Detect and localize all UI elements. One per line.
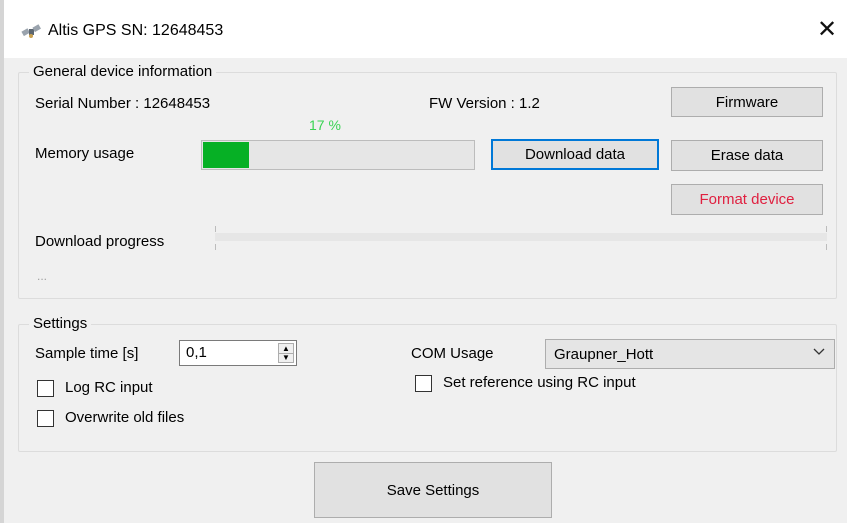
log-rc-label: Log RC input: [65, 379, 153, 396]
progress-tick-left-top: [215, 226, 216, 232]
serial-number-label: Serial Number : 12648453: [35, 95, 211, 112]
settings-group-title: Settings: [29, 315, 92, 332]
overwrite-files-checkbox[interactable]: [37, 410, 54, 427]
format-device-button[interactable]: Format device: [671, 184, 823, 215]
com-usage-value: Graupner_Hott: [554, 346, 654, 363]
title-bar: Altis GPS SN: 12648453 ✕: [4, 0, 847, 58]
general-device-info-group: General device information Serial Number…: [18, 63, 837, 299]
spin-buttons[interactable]: ▲ ▼: [278, 343, 294, 363]
sample-time-stepper[interactable]: 0,1 ▲ ▼: [179, 340, 297, 366]
save-settings-button[interactable]: Save Settings: [314, 462, 552, 518]
progress-tick-left-bottom: [215, 244, 216, 250]
general-group-title: General device information: [29, 63, 217, 80]
dialog-client-area: General device information Serial Number…: [4, 58, 847, 523]
overwrite-files-label: Overwrite old files: [65, 409, 185, 426]
chevron-down-icon: [812, 344, 826, 361]
erase-data-button[interactable]: Erase data: [671, 140, 823, 171]
set-reference-checkbox[interactable]: [415, 375, 432, 392]
fw-version-label: FW Version : 1.2: [429, 95, 540, 112]
sample-time-value: 0,1: [186, 344, 207, 361]
download-progress-bar: [215, 233, 827, 241]
memory-usage-label: Memory usage: [35, 145, 135, 162]
memory-usage-bar: [201, 140, 475, 170]
memory-usage-fill: [203, 142, 249, 168]
com-usage-select[interactable]: Graupner_Hott: [545, 339, 835, 369]
log-rc-checkbox[interactable]: [37, 380, 54, 397]
window-title: Altis GPS SN: 12648453: [48, 22, 224, 39]
progress-tick-right-bottom: [826, 244, 827, 250]
satellite-icon: [20, 24, 42, 40]
spin-down-icon[interactable]: ▼: [279, 353, 293, 362]
firmware-button[interactable]: Firmware: [671, 87, 823, 117]
sample-time-label: Sample time [s]: [35, 345, 139, 362]
status-text: ...: [37, 269, 48, 283]
com-usage-label: COM Usage: [411, 345, 494, 362]
download-data-button[interactable]: Download data: [491, 139, 659, 170]
settings-group: Settings Sample time [s] 0,1 ▲ ▼ COM Usa…: [18, 315, 837, 452]
download-progress-label: Download progress: [35, 233, 165, 250]
set-reference-label: Set reference using RC input: [443, 374, 636, 391]
close-icon[interactable]: ✕: [813, 16, 841, 44]
progress-tick-right-top: [826, 226, 827, 232]
memory-percent-label: 17 %: [309, 117, 341, 133]
